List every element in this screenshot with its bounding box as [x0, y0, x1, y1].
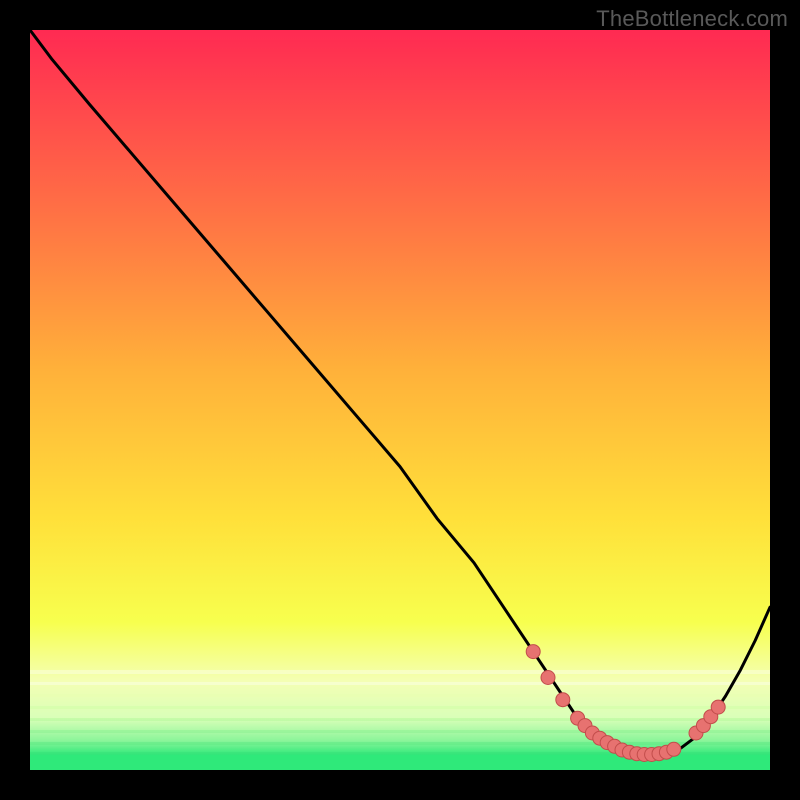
- marker-point: [667, 742, 681, 756]
- chart-frame: { "watermark": "TheBottleneck.com", "col…: [0, 0, 800, 800]
- plot-area: [30, 30, 770, 770]
- gradient-background: [30, 30, 770, 770]
- chart-svg: [30, 30, 770, 770]
- marker-point: [541, 671, 555, 685]
- marker-point: [711, 700, 725, 714]
- marker-point: [526, 645, 540, 659]
- marker-point: [556, 693, 570, 707]
- watermark-text: TheBottleneck.com: [596, 6, 788, 32]
